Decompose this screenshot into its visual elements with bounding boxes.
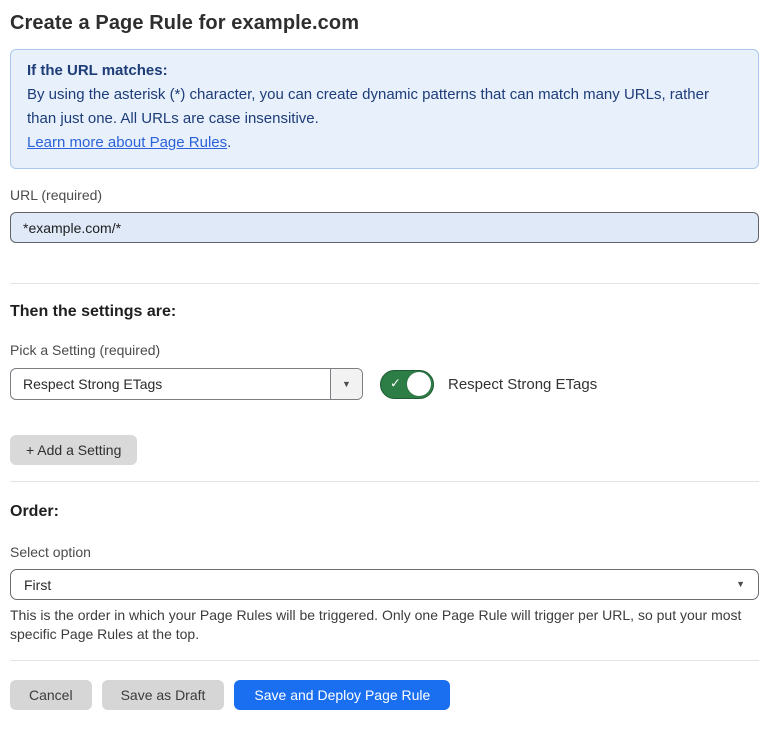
setting-toggle[interactable]: ✓ [380,370,434,399]
order-help-text: This is the order in which your Page Rul… [10,606,755,644]
page-rule-form: Create a Page Rule for example.com If th… [0,12,769,710]
page-title: Create a Page Rule for example.com [10,12,759,35]
order-select-value: First [24,577,51,593]
footer-buttons: Cancel Save as Draft Save and Deploy Pag… [10,680,759,710]
toggle-knob [407,372,431,396]
settings-section-heading: Then the settings are: [10,303,759,321]
section-divider [10,481,759,482]
cancel-button[interactable]: Cancel [10,680,92,710]
url-input[interactable] [10,212,759,243]
chevron-down-icon: ▼ [736,580,745,589]
url-match-info-box: If the URL matches: By using the asteris… [10,49,759,169]
link-period: . [227,134,231,151]
setting-row: Respect Strong ETags ▼ ✓ Respect Strong … [10,368,759,400]
info-box-body: By using the asterisk (*) character, you… [27,83,742,131]
setting-toggle-label: Respect Strong ETags [448,376,597,393]
order-select[interactable]: First ▼ [10,569,759,600]
setting-dropdown-value: Respect Strong ETags [11,369,330,399]
setting-picker-label: Pick a Setting (required) [10,342,759,358]
info-box-link-line: Learn more about Page Rules. [27,131,742,155]
footer-divider [10,660,759,661]
add-setting-button[interactable]: + Add a Setting [10,435,137,465]
info-box-heading: If the URL matches: [27,59,742,83]
check-icon: ✓ [390,376,401,392]
section-divider [10,283,759,284]
save-and-deploy-button[interactable]: Save and Deploy Page Rule [234,680,450,710]
order-select-label: Select option [10,544,759,560]
order-section-heading: Order: [10,503,759,521]
setting-dropdown[interactable]: Respect Strong ETags ▼ [10,368,363,400]
url-field-label: URL (required) [10,187,759,203]
save-as-draft-button[interactable]: Save as Draft [102,680,225,710]
setting-dropdown-arrow-button[interactable]: ▼ [330,369,362,399]
learn-more-link[interactable]: Learn more about Page Rules [27,134,227,151]
chevron-down-icon: ▼ [342,380,351,389]
